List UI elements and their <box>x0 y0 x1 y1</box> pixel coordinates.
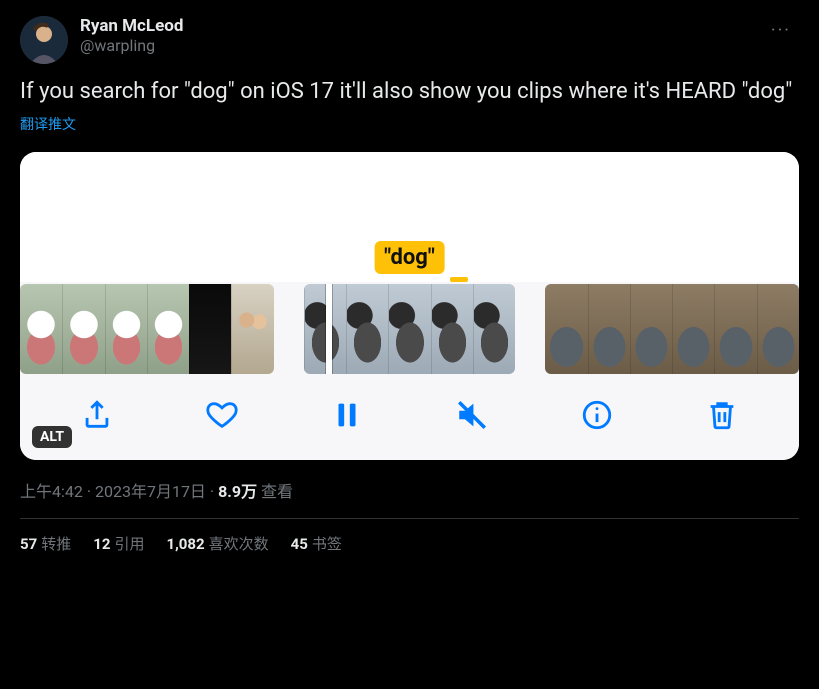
user-block: Ryan McLeod @warpling <box>80 16 763 55</box>
tweet-text: If you search for "dog" on iOS 17 it'll … <box>20 78 799 106</box>
tweet-meta: 上午4:42 · 2023年7月17日 · 8.9万 查看 <box>20 478 799 502</box>
clip-group-3[interactable] <box>545 284 799 374</box>
translate-link[interactable]: 翻译推文 <box>20 114 799 134</box>
meta-sep: · <box>206 482 218 501</box>
playhead[interactable] <box>326 284 332 374</box>
timeline-frame <box>545 284 587 374</box>
media-card[interactable]: "dog" <box>20 152 799 460</box>
tweet-header: Ryan McLeod @warpling ··· <box>20 16 799 64</box>
tweet-stats: 57转推 12引用 1,082 喜欢次数 45书签 <box>20 533 799 554</box>
caption-bubble: "dog" <box>374 241 445 274</box>
bookmarks-count: 45 <box>291 535 308 553</box>
quotes-count: 12 <box>93 535 110 553</box>
avatar[interactable] <box>20 16 68 64</box>
bookmarks-stat[interactable]: 45书签 <box>291 533 342 554</box>
timeline-frame <box>231 284 273 374</box>
tweet-date[interactable]: 2023年7月17日 <box>95 482 206 501</box>
more-icon[interactable]: ··· <box>763 16 799 45</box>
timeline-frame <box>20 284 62 374</box>
retweets-stat[interactable]: 57转推 <box>20 533 71 554</box>
timeline-frame <box>431 284 473 374</box>
heart-icon[interactable] <box>205 398 239 432</box>
alt-badge[interactable]: ALT <box>32 426 72 448</box>
timeline-frame <box>473 284 515 374</box>
quotes-label: 引用 <box>114 535 144 553</box>
likes-count: 1,082 <box>166 535 204 553</box>
quotes-stat[interactable]: 12引用 <box>93 533 144 554</box>
timeline-frame <box>189 284 231 374</box>
timeline-frame <box>147 284 189 374</box>
timeline-frame <box>105 284 147 374</box>
timeline-frame <box>346 284 388 374</box>
timeline-frame <box>714 284 756 374</box>
tweet-container: Ryan McLeod @warpling ··· If you search … <box>0 0 819 570</box>
clip-group-2[interactable] <box>304 284 515 374</box>
retweets-count: 57 <box>20 535 37 553</box>
caption-tick <box>450 277 468 282</box>
timeline-frame <box>304 284 346 374</box>
timeline-frame <box>62 284 104 374</box>
media-controls <box>20 380 799 460</box>
timeline-frame <box>757 284 799 374</box>
mute-icon[interactable] <box>455 398 489 432</box>
trash-icon[interactable] <box>705 398 739 432</box>
views-count: 8.9万 <box>218 482 257 501</box>
bookmarks-label: 书签 <box>312 535 342 553</box>
retweets-label: 转推 <box>41 535 71 553</box>
info-icon[interactable] <box>580 398 614 432</box>
pause-icon[interactable] <box>330 398 364 432</box>
views-label: 查看 <box>257 482 293 501</box>
timeline-frame <box>672 284 714 374</box>
likes-label: 喜欢次数 <box>209 535 269 553</box>
timeline-frame <box>630 284 672 374</box>
clip-group-1[interactable] <box>20 284 274 374</box>
media-caption-area: "dog" <box>20 152 799 282</box>
video-timeline[interactable] <box>20 282 799 380</box>
timeline-frame <box>588 284 630 374</box>
user-handle[interactable]: @warpling <box>80 36 763 55</box>
likes-stat[interactable]: 1,082 喜欢次数 <box>166 533 268 554</box>
share-icon[interactable] <box>80 398 114 432</box>
meta-sep: · <box>83 482 95 501</box>
tweet-time[interactable]: 上午4:42 <box>20 482 83 501</box>
divider <box>20 518 799 519</box>
timeline-frame <box>388 284 430 374</box>
display-name[interactable]: Ryan McLeod <box>80 16 763 36</box>
